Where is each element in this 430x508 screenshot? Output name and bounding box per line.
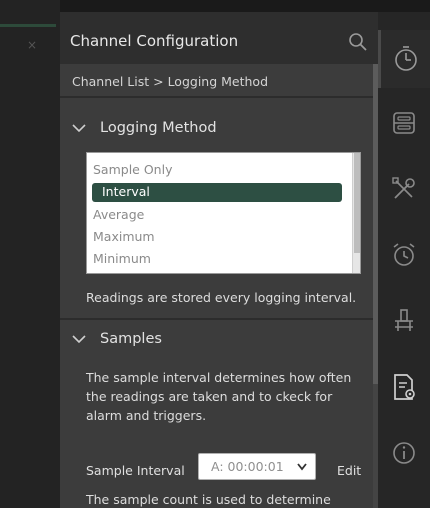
chevron-down-icon — [72, 335, 86, 344]
option-minimum[interactable]: Minimum — [93, 251, 151, 266]
samples-header[interactable]: Samples — [72, 331, 162, 347]
storage-icon — [393, 112, 415, 134]
samples-description-line: alarm and triggers. — [86, 408, 207, 423]
section-label-samples: Samples — [100, 331, 162, 347]
accent-bar — [0, 24, 56, 27]
chevron-down-icon — [297, 463, 307, 471]
divider — [60, 96, 378, 98]
rail-item-gauge[interactable] — [378, 30, 430, 88]
probe-icon — [395, 309, 413, 331]
option-interval[interactable]: Interval — [92, 183, 342, 202]
breadcrumb[interactable]: Channel List > Logging Method — [72, 74, 268, 89]
info-icon — [393, 442, 415, 464]
top-band — [60, 0, 430, 12]
sample-interval-select[interactable]: A: 00:00:01 — [198, 453, 316, 480]
close-icon[interactable]: × — [27, 38, 37, 52]
channel-configuration-panel: Channel Configuration Channel List > Log… — [60, 12, 378, 508]
samples-description-line: the readings are taken and to ckeck for — [86, 389, 333, 404]
section-label-logging-method: Logging Method — [100, 120, 217, 136]
rail-item-storage[interactable] — [388, 106, 420, 140]
chevron-down-icon — [72, 124, 86, 133]
sample-interval-label: Sample Interval — [86, 463, 185, 478]
document-settings-icon — [394, 374, 415, 400]
logging-method-description: Readings are stored every logging interv… — [86, 290, 357, 305]
panel-title: Channel Configuration — [70, 32, 239, 50]
option-average[interactable]: Average — [93, 207, 144, 222]
left-strip: × — [0, 0, 60, 508]
edit-button[interactable]: Edit — [337, 463, 361, 478]
rail-item-info[interactable] — [388, 436, 420, 470]
listbox-scrollbar[interactable] — [352, 153, 360, 273]
option-sample-only[interactable]: Sample Only — [93, 162, 172, 177]
search-icon[interactable] — [347, 31, 369, 53]
divider — [60, 318, 378, 320]
rail-item-document-settings[interactable] — [388, 370, 420, 404]
rail-item-alarm[interactable] — [388, 238, 420, 272]
icon-rail — [378, 12, 430, 508]
tools-icon — [392, 177, 415, 199]
alarm-clock-icon — [393, 243, 415, 266]
samples-description-line: The sample interval determines how often — [86, 370, 352, 385]
option-maximum[interactable]: Maximum — [93, 229, 155, 244]
rail-item-probe[interactable] — [388, 304, 420, 338]
listbox-scrollbar-thumb[interactable] — [354, 153, 360, 253]
rail-item-tools[interactable] — [388, 172, 420, 206]
sample-count-description: The sample count is used to determine — [86, 492, 331, 507]
logging-method-listbox[interactable]: Sample Only Interval Average Maximum Min… — [86, 152, 361, 274]
panel-header: Channel Configuration — [60, 12, 378, 64]
option-interval-label: Interval — [102, 184, 150, 199]
sample-interval-value: A: 00:00:01 — [211, 459, 284, 474]
gauge-icon — [394, 46, 417, 71]
logging-method-header[interactable]: Logging Method — [72, 120, 217, 136]
